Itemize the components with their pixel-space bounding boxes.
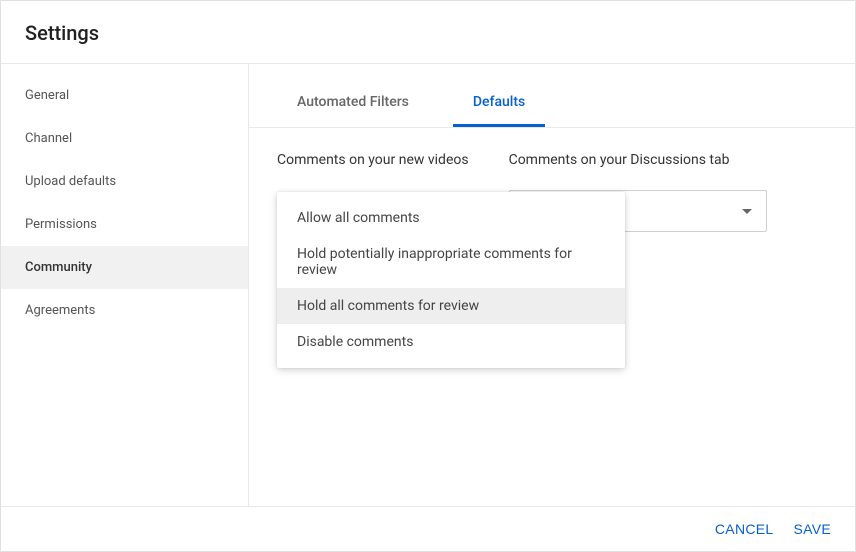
- page-title: Settings: [25, 21, 831, 45]
- save-button[interactable]: SAVE: [793, 521, 831, 537]
- settings-body: General Channel Upload defaults Permissi…: [1, 64, 855, 506]
- new-videos-dropdown-menu: Allow all comments Hold potentially inap…: [277, 192, 625, 368]
- tab-automated-filters[interactable]: Automated Filters: [277, 76, 429, 127]
- new-videos-title: Comments on your new videos: [277, 152, 469, 168]
- settings-sidebar: General Channel Upload defaults Permissi…: [1, 64, 249, 506]
- dropdown-option-label: Hold potentially inappropriate comments …: [297, 246, 572, 278]
- dropdown-option-label: Allow all comments: [297, 210, 420, 226]
- dropdown-option-hold-all[interactable]: Hold all comments for review: [277, 288, 625, 324]
- settings-header: Settings: [1, 1, 855, 64]
- sidebar-item-upload-defaults[interactable]: Upload defaults: [1, 160, 248, 203]
- sidebar-item-label: Channel: [25, 131, 72, 146]
- sidebar-item-channel[interactable]: Channel: [1, 117, 248, 160]
- discussions-title: Comments on your Discussions tab: [509, 152, 827, 168]
- dropdown-option-label: Disable comments: [297, 334, 413, 350]
- tab-content: Comments on your new videos Allow all co…: [249, 128, 855, 256]
- sidebar-item-agreements[interactable]: Agreements: [1, 289, 248, 332]
- dropdown-option-label: Hold all comments for review: [297, 298, 479, 314]
- sidebar-item-label: Permissions: [25, 217, 97, 232]
- sidebar-item-general[interactable]: General: [1, 74, 248, 117]
- button-label: SAVE: [793, 521, 831, 537]
- settings-main: Automated Filters Defaults Comments on y…: [249, 64, 855, 506]
- sidebar-item-label: Agreements: [25, 303, 95, 318]
- sidebar-item-label: Upload defaults: [25, 174, 116, 189]
- sidebar-item-permissions[interactable]: Permissions: [1, 203, 248, 246]
- cancel-button[interactable]: CANCEL: [715, 521, 774, 537]
- sidebar-item-community[interactable]: Community: [1, 246, 248, 289]
- sidebar-item-label: General: [25, 88, 69, 103]
- dropdown-option-allow-all[interactable]: Allow all comments: [277, 200, 625, 236]
- dropdown-option-hold-inappropriate[interactable]: Hold potentially inappropriate comments …: [277, 236, 625, 288]
- tab-label: Defaults: [473, 94, 525, 110]
- tab-defaults[interactable]: Defaults: [453, 76, 545, 127]
- button-label: CANCEL: [715, 521, 774, 537]
- settings-footer: CANCEL SAVE: [1, 506, 855, 551]
- tabs-bar: Automated Filters Defaults: [249, 76, 855, 128]
- tab-label: Automated Filters: [297, 94, 409, 110]
- sidebar-item-label: Community: [25, 260, 92, 275]
- caret-down-icon: [742, 209, 752, 214]
- content-row: Comments on your new videos Allow all co…: [277, 152, 827, 232]
- dropdown-option-disable[interactable]: Disable comments: [277, 324, 625, 360]
- new-videos-column: Comments on your new videos Allow all co…: [277, 152, 469, 232]
